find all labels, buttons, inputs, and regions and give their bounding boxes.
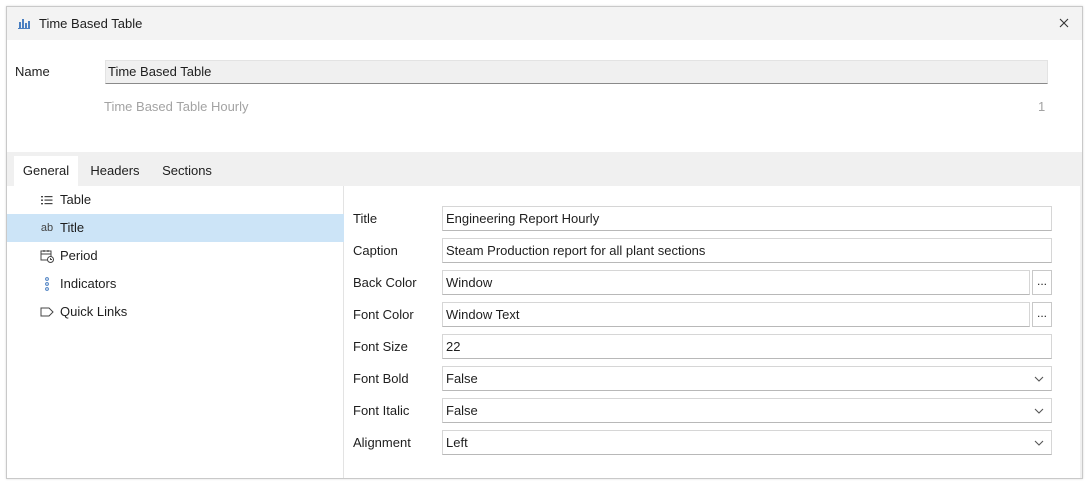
tree-item-period[interactable]: Period (7, 242, 344, 270)
properties-panel: Title Engineering Report Hourly Caption … (345, 186, 1082, 478)
item-count: 1 (1038, 99, 1046, 114)
tree-item-label: Table (60, 192, 92, 207)
close-button[interactable] (1054, 13, 1074, 33)
dialog-window: Time Based Table Name Time Based Table T… (6, 6, 1083, 479)
font-color-label: Font Color (353, 307, 414, 322)
title-input[interactable]: Engineering Report Hourly (442, 206, 1052, 231)
tab-sections[interactable]: Sections (153, 156, 221, 186)
tree-item-label: Indicators (60, 276, 117, 291)
bar-chart-icon (17, 16, 31, 30)
window-title: Time Based Table (39, 16, 143, 31)
back-color-input[interactable]: Window (442, 270, 1030, 295)
font-bold-value: False (446, 371, 478, 386)
font-size-input[interactable]: 22 (442, 334, 1052, 359)
font-size-label: Font Size (353, 339, 408, 354)
tree-item-label: Period (60, 248, 98, 263)
tree-item-table[interactable]: Table (7, 186, 344, 214)
chevron-down-icon (1034, 376, 1044, 382)
tree-item-indicators[interactable]: Indicators (7, 270, 344, 298)
chevron-down-icon (1034, 440, 1044, 446)
font-italic-select[interactable]: False (442, 398, 1052, 423)
font-color-picker-button[interactable]: ... (1032, 302, 1052, 327)
name-label: Name (15, 64, 50, 79)
vertical-dots-icon (40, 276, 54, 292)
font-color-input[interactable]: Window Text (442, 302, 1030, 327)
caption-label: Caption (353, 243, 398, 258)
tree-item-title[interactable]: ab Title (7, 214, 344, 242)
tree-item-label: Quick Links (60, 304, 128, 319)
category-tree: Table ab Title Period Indicators Quick L… (7, 186, 344, 478)
alignment-select[interactable]: Left (442, 430, 1052, 455)
name-input[interactable]: Time Based Table (105, 60, 1048, 84)
alignment-label: Alignment (353, 435, 411, 450)
calendar-clock-icon (40, 248, 54, 264)
title-label: Title (353, 211, 378, 226)
tree-item-label: Title (60, 220, 85, 235)
back-color-picker-button[interactable]: ... (1032, 270, 1052, 295)
close-icon (1059, 18, 1069, 28)
font-bold-label: Font Bold (353, 371, 409, 386)
right-edge-strip (1080, 186, 1082, 478)
font-italic-value: False (446, 403, 478, 418)
font-bold-select[interactable]: False (442, 366, 1052, 391)
list-icon (40, 192, 54, 208)
title-bar: Time Based Table (7, 7, 1082, 40)
caption-input[interactable]: Steam Production report for all plant se… (442, 238, 1052, 263)
tab-bar: General Headers Sections (7, 152, 1082, 186)
chevron-down-icon (1034, 408, 1044, 414)
tab-headers[interactable]: Headers (81, 156, 149, 186)
tag-icon (40, 304, 54, 320)
text-ab-icon: ab (40, 222, 54, 234)
tree-item-quick-links[interactable]: Quick Links (7, 298, 344, 326)
alignment-value: Left (446, 435, 468, 450)
tab-general[interactable]: General (14, 156, 78, 186)
font-italic-label: Font Italic (353, 403, 410, 418)
name-subtitle: Time Based Table Hourly (104, 99, 249, 114)
back-color-label: Back Color (353, 275, 417, 290)
